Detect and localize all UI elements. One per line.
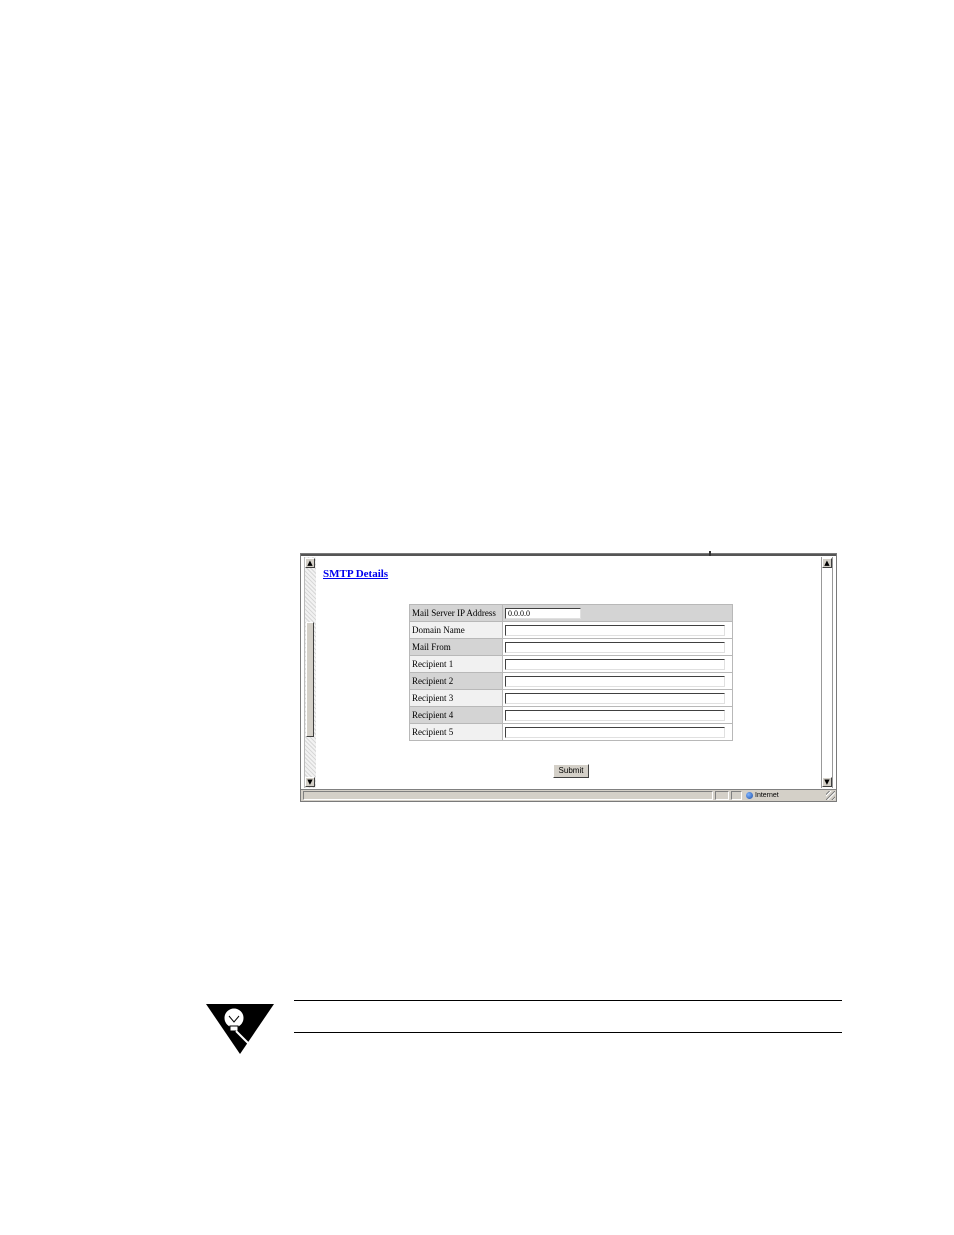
recipient-5-input[interactable] bbox=[505, 726, 725, 738]
security-zone: Internet bbox=[744, 791, 824, 800]
recipient-2-input[interactable] bbox=[505, 675, 725, 687]
row-label: Recipient 2 bbox=[409, 672, 503, 690]
recipient-4-input[interactable] bbox=[505, 709, 725, 721]
row-input-cell bbox=[502, 638, 733, 656]
scroll-up-icon[interactable]: ▲ bbox=[822, 558, 832, 568]
form-row: Mail From bbox=[409, 638, 733, 656]
status-panel bbox=[715, 791, 729, 800]
status-panel bbox=[731, 791, 742, 800]
form-row: Recipient 5 bbox=[409, 723, 733, 741]
form-row: Recipient 2 bbox=[409, 672, 733, 690]
submit-button[interactable]: Submit bbox=[553, 764, 589, 778]
row-input-cell bbox=[502, 672, 733, 690]
form-row: Domain Name bbox=[409, 621, 733, 639]
mail-server-ip-input[interactable]: 0.0.0.0 bbox=[505, 607, 581, 619]
row-label: Mail Server IP Address bbox=[409, 604, 503, 622]
row-label: Domain Name bbox=[409, 621, 503, 639]
row-input-cell bbox=[502, 621, 733, 639]
scroll-down-icon[interactable]: ▼ bbox=[822, 777, 832, 787]
browser-screenshot: ▲ ▼ SMTP Details Mail Server IP Address … bbox=[300, 551, 837, 802]
form-row: Mail Server IP Address 0.0.0.0 bbox=[409, 604, 733, 622]
recipient-1-input[interactable] bbox=[505, 658, 725, 670]
form-row: Recipient 1 bbox=[409, 655, 733, 673]
row-label: Mail From bbox=[409, 638, 503, 656]
status-bar: Internet bbox=[301, 789, 836, 801]
form-row: Recipient 4 bbox=[409, 706, 733, 724]
row-input-cell bbox=[502, 723, 733, 741]
form-row: Recipient 3 bbox=[409, 689, 733, 707]
resize-grip-icon[interactable] bbox=[826, 791, 835, 800]
tip-rule-top bbox=[294, 1000, 842, 1001]
tip-rule-bottom bbox=[294, 1032, 842, 1033]
scroll-down-icon[interactable]: ▼ bbox=[305, 777, 315, 787]
recipient-3-input[interactable] bbox=[505, 692, 725, 704]
row-input-cell: 0.0.0.0 bbox=[502, 604, 733, 622]
page-scrollbar[interactable]: ▲ ▼ bbox=[821, 557, 833, 788]
row-label: Recipient 3 bbox=[409, 689, 503, 707]
window-tick-mark bbox=[709, 551, 711, 556]
mail-from-input[interactable] bbox=[505, 641, 725, 653]
smtp-form-table: Mail Server IP Address 0.0.0.0 Domain Na… bbox=[409, 604, 733, 741]
scrollbar-thumb[interactable] bbox=[306, 622, 314, 737]
globe-icon bbox=[746, 791, 753, 799]
status-text-panel bbox=[303, 791, 713, 800]
scroll-up-icon[interactable]: ▲ bbox=[305, 558, 315, 568]
left-frame-scrollbar[interactable]: ▲ ▼ bbox=[304, 557, 316, 788]
row-input-cell bbox=[502, 655, 733, 673]
row-label: Recipient 4 bbox=[409, 706, 503, 724]
domain-name-input[interactable] bbox=[505, 624, 725, 636]
row-input-cell bbox=[502, 706, 733, 724]
window-top-edge bbox=[301, 554, 836, 556]
page-title[interactable]: SMTP Details bbox=[323, 568, 388, 580]
row-label: Recipient 1 bbox=[409, 655, 503, 673]
row-label: Recipient 5 bbox=[409, 723, 503, 741]
lightbulb-tip-icon bbox=[206, 1004, 274, 1054]
row-input-cell bbox=[502, 689, 733, 707]
zone-label: Internet bbox=[755, 792, 779, 799]
